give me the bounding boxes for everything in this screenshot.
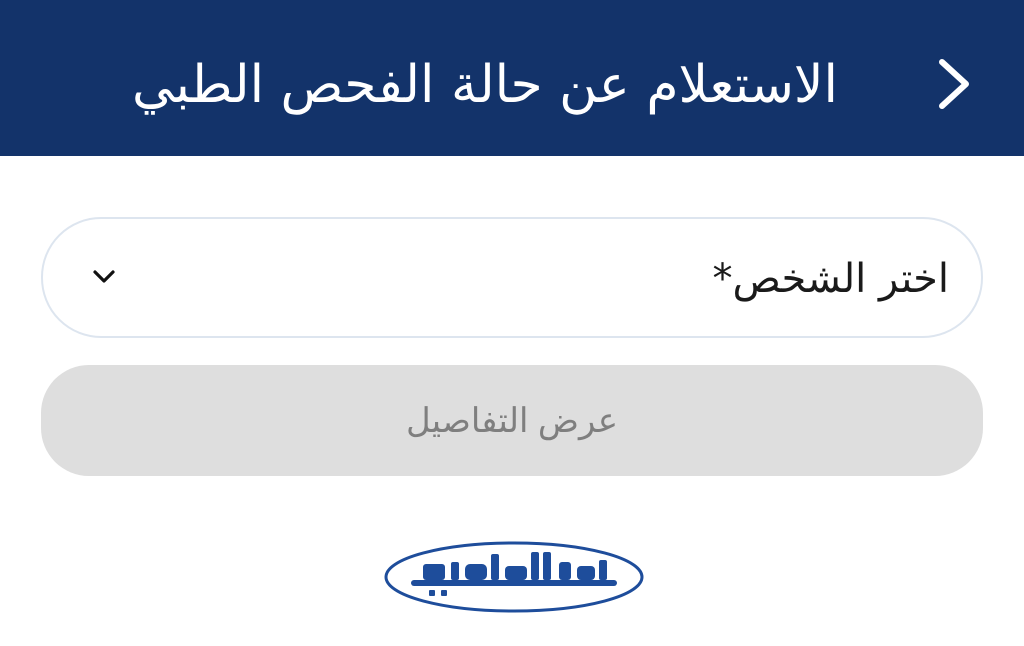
person-select-label: اختر الشخص* [712,256,949,302]
chevron-right-icon[interactable] [932,56,976,112]
chevron-down-icon [93,270,115,283]
page-title: الاستعلام عن حالة الفحص الطبي [132,55,838,115]
person-select[interactable]: اختر الشخص* [41,217,983,338]
app-header: الاستعلام عن حالة الفحص الطبي [0,0,1024,156]
view-details-button[interactable]: عرض التفاصيل [41,365,983,476]
view-details-label: عرض التفاصيل [405,402,619,440]
kuwait-pioneers-logo [384,541,644,613]
